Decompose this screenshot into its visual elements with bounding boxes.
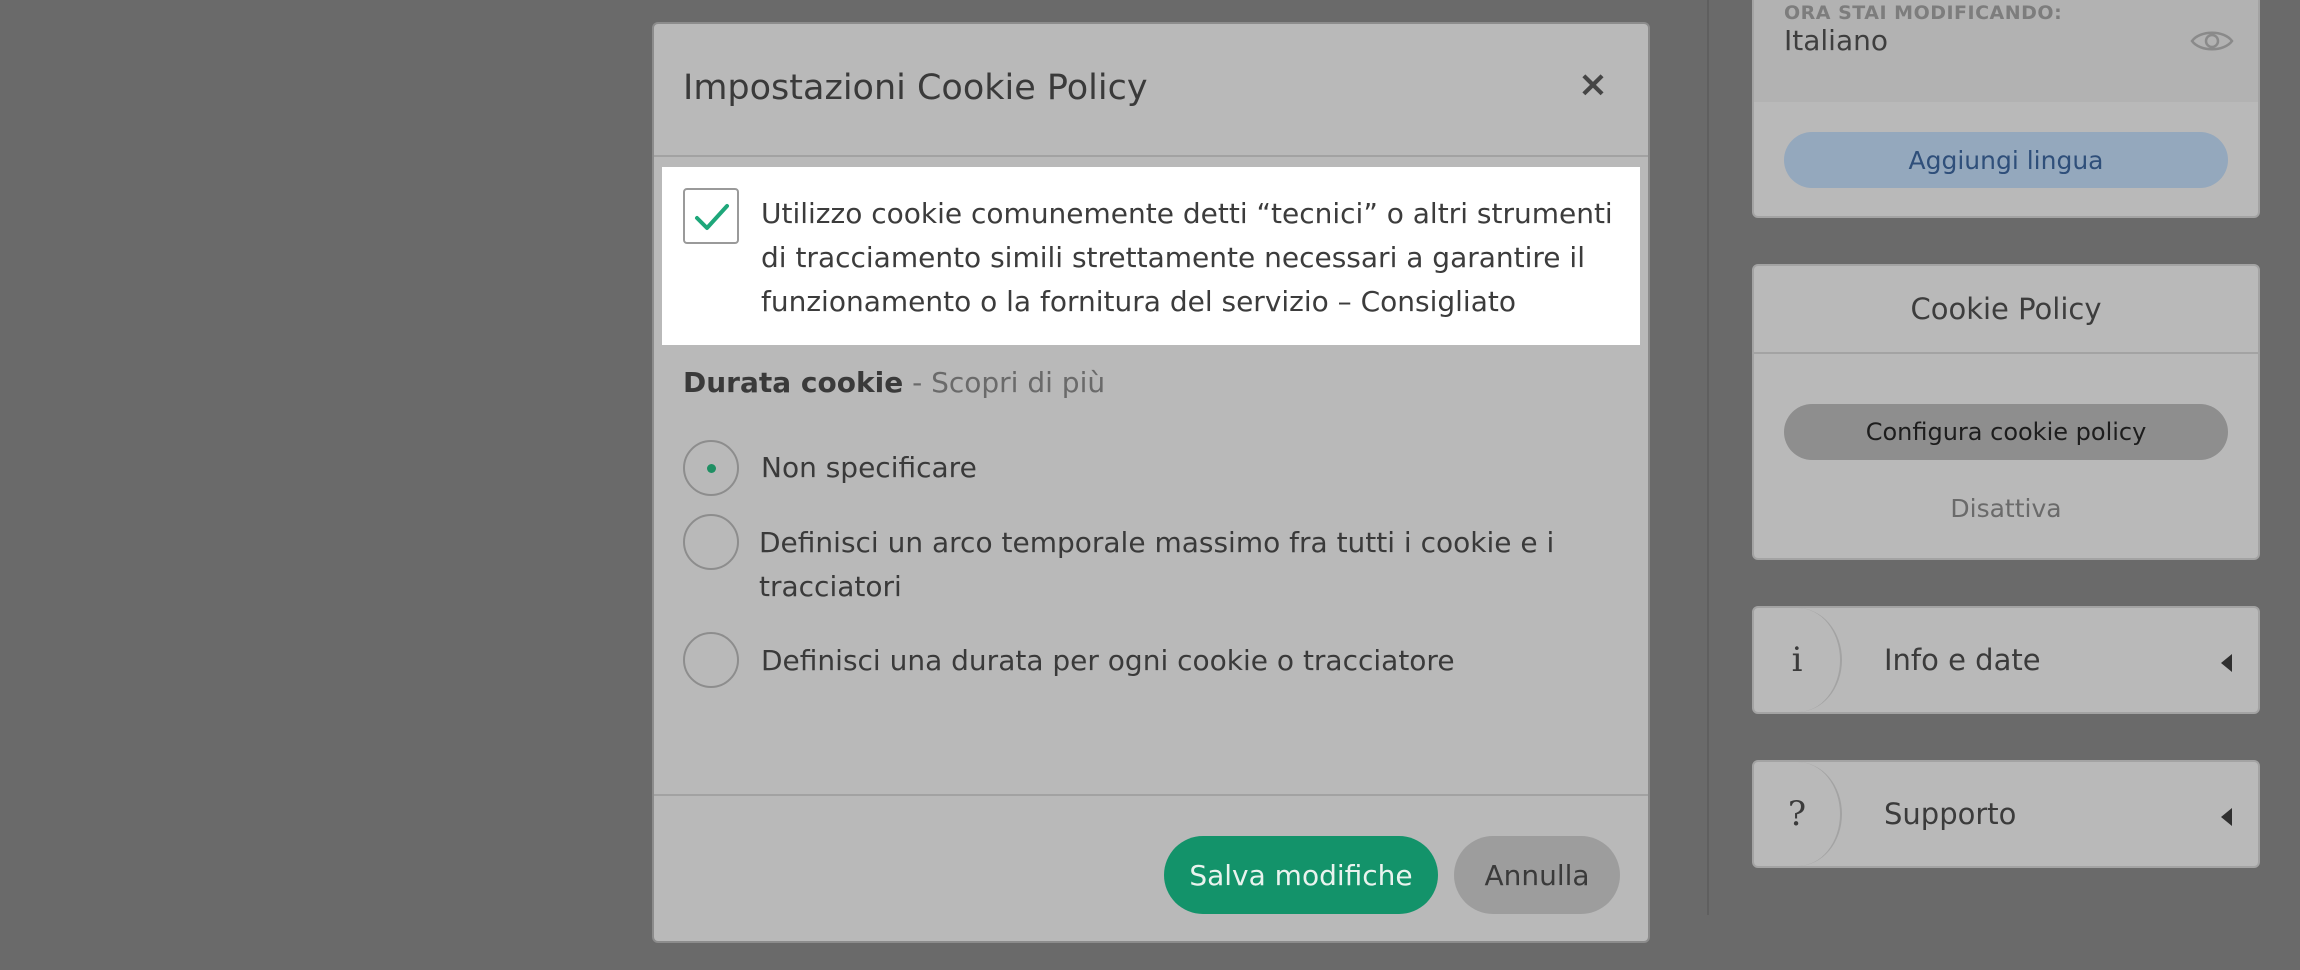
radio-label[interactable]: Definisci un arco temporale massimo fra … [759,521,1619,609]
caret-left-icon [2221,654,2232,672]
close-icon[interactable]: × [1576,67,1610,103]
radio-selected-dot [707,464,716,473]
modal-title: Impostazioni Cookie Policy [683,68,1148,108]
language-card: ORA STAI MODIFICANDO: Italiano Aggiungi … [1752,0,2260,218]
cookie-settings-modal: Impostazioni Cookie Policy × Utilizzo co… [652,22,1650,943]
technical-cookies-label: Utilizzo cookie comunemente detti “tecni… [761,197,1613,318]
current-language[interactable]: Italiano [1784,24,1888,57]
duration-label: Durata cookie [683,366,904,399]
duration-separator: - [903,366,932,399]
add-language-button[interactable]: Aggiungi lingua [1784,132,2228,188]
accordion-label: Supporto [1884,797,2017,831]
modal-header: Impostazioni Cookie Policy × [654,24,1648,157]
caret-left-icon [2221,808,2232,826]
cookie-policy-title: Cookie Policy [1754,266,2258,354]
radio-per-cookie-duration[interactable] [683,632,739,688]
accordion-support[interactable]: ? Supporto [1752,760,2260,868]
technical-cookies-checkbox[interactable] [683,188,739,244]
cookie-policy-card: Cookie Policy Configura cookie policy Di… [1752,264,2260,560]
save-changes-button[interactable]: Salva modifiche [1164,836,1438,914]
accordion-label: Info e date [1884,643,2041,677]
radio-label[interactable]: Non specificare [761,446,977,490]
cookie-duration-heading: Durata cookie - Scopri di più [683,366,1105,399]
radio-not-specify[interactable] [683,440,739,496]
deactivate-link[interactable]: Disattiva [1754,494,2258,523]
modal-footer: Salva modifiche Annulla [654,794,1648,941]
radio-max-timespan[interactable] [683,514,739,570]
cancel-button[interactable]: Annulla [1454,836,1620,914]
language-header: ORA STAI MODIFICANDO: Italiano [1754,0,2258,102]
configure-cookie-policy-button[interactable]: Configura cookie policy [1784,404,2228,460]
info-icon: i [1754,608,1842,712]
panel-divider [1707,0,1709,915]
accordion-info-dates[interactable]: i Info e date [1752,606,2260,714]
checkmark-icon [695,204,729,230]
learn-more-link[interactable]: Scopri di più [931,366,1105,399]
question-icon: ? [1754,762,1842,866]
editing-caption: ORA STAI MODIFICANDO: [1784,2,2063,24]
radio-label[interactable]: Definisci una durata per ogni cookie o t… [761,639,1455,683]
eye-icon[interactable] [2190,28,2234,54]
